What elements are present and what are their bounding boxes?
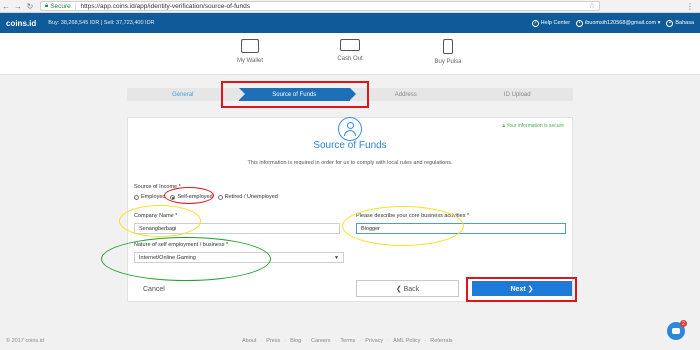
back-arrow-icon[interactable]: ←: [0, 1, 12, 12]
form-description: This information is required in order fo…: [247, 160, 453, 166]
cash-icon: [340, 39, 360, 51]
footer-link-terms[interactable]: Terms: [340, 338, 355, 344]
secure-label: Secure: [50, 2, 71, 10]
nav-label: Cash Out: [337, 56, 363, 62]
secure-note: 🔒︎ Your information is secure: [502, 123, 564, 129]
radio-retired[interactable]: Retired / Unemployed: [217, 194, 278, 200]
address-bar[interactable]: 🔒︎ Secure | https://app.coins.id/app/ide…: [40, 1, 600, 11]
nav-cash-out[interactable]: Cash Out: [320, 37, 380, 62]
help-center-link[interactable]: ? Help Center: [531, 19, 570, 27]
main-nav: My Wallet Cash Out Buy Pulsa: [0, 33, 700, 75]
browser-toolbar: ← → ↻ 🔒︎ Secure | https://app.coins.id/a…: [0, 0, 700, 13]
footer-link-aml-policy[interactable]: AML Policy: [393, 338, 420, 344]
footer-link-referrals[interactable]: Referrals: [430, 338, 452, 344]
user-icon: •: [576, 19, 584, 27]
annotation-yellow-activities: [342, 206, 464, 246]
user-menu[interactable]: • ibuomsih120568@gmail.com ▾: [576, 19, 660, 27]
annotation-red-radio: [164, 187, 214, 204]
cancel-button[interactable]: Cancel: [143, 286, 165, 293]
progress-stepper: General Source of Funds Address ID Uploa…: [127, 88, 573, 101]
radio-employed[interactable]: Employed: [134, 194, 165, 200]
annotation-red-next: [466, 277, 577, 302]
header-right: ? Help Center • ibuomsih120568@gmail.com ▾…: [531, 19, 694, 27]
footer-links: About · Press · Blog · Careers · Terms · Priv…: [242, 338, 453, 344]
nav-label: Buy Pulsa: [434, 59, 462, 65]
annotation-yellow-company: [119, 205, 201, 237]
nav-label: My Wallet: [236, 58, 264, 64]
step-id-upload: ID Upload: [503, 91, 531, 98]
bookmark-star-icon[interactable]: ☆: [589, 2, 595, 10]
chat-button[interactable]: 2: [667, 320, 687, 340]
url-separator: |: [74, 2, 77, 10]
footer-link-careers[interactable]: Careers: [311, 338, 331, 344]
url-text: https://app.coins.id/app/identity-verifi…: [80, 2, 250, 10]
rates-display: Buy: 38,268,545 IDR | Sell: 37,723,400 I…: [48, 20, 155, 26]
flag-icon: ▪: [666, 19, 674, 27]
question-icon: ?: [531, 19, 539, 27]
form-title: Source of Funds: [313, 140, 387, 151]
forward-arrow-icon[interactable]: →: [12, 1, 24, 12]
profile-icon: [338, 117, 362, 141]
footer-link-blog[interactable]: Blog: [290, 338, 301, 344]
wallet-icon: [241, 39, 259, 53]
back-button[interactable]: ❮ Back: [356, 280, 459, 297]
footer-link-privacy[interactable]: Privacy: [365, 338, 383, 344]
annotation-green-nature: [101, 237, 271, 281]
annotation-red-step: [221, 81, 369, 108]
radio-circle: [134, 194, 139, 200]
phone-icon: [443, 39, 453, 54]
radio-circle: [217, 194, 223, 200]
language-toggle[interactable]: ▪ Bahasa: [666, 19, 694, 27]
footer-link-about[interactable]: About: [242, 338, 256, 344]
app-header: coins.id Buy: 38,268,545 IDR | Sell: 37,…: [0, 13, 700, 33]
reload-icon[interactable]: ↻: [24, 1, 36, 12]
chevron-down-icon: ▼: [334, 254, 339, 261]
browser-menu-icon[interactable]: ⋮: [686, 2, 694, 11]
chat-badge: 2: [680, 320, 687, 327]
copyright: © 2017 coins.id: [6, 338, 44, 344]
nav-my-wallet[interactable]: My Wallet: [220, 37, 280, 64]
footer-link-press[interactable]: Press: [266, 338, 280, 344]
logo[interactable]: coins.id: [6, 19, 36, 28]
lock-icon: 🔒︎: [45, 2, 49, 9]
footer: © 2017 coins.id About · Press · Blog · Care…: [0, 336, 700, 350]
nav-buy-pulsa[interactable]: Buy Pulsa: [418, 37, 478, 65]
chat-icon: [672, 328, 680, 334]
